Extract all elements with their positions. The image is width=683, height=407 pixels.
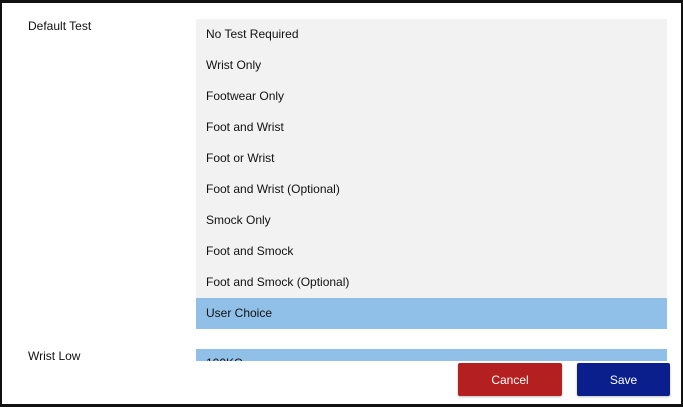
settings-dialog: Default Test No Test Required Wrist Only… — [0, 0, 683, 407]
save-button[interactable]: Save — [577, 363, 670, 396]
list-item[interactable]: Smock Only — [196, 205, 667, 236]
list-item[interactable]: Foot and Smock (Optional) — [196, 267, 667, 298]
cancel-button[interactable]: Cancel — [458, 363, 562, 396]
list-item[interactable]: Foot and Wrist (Optional) — [196, 174, 667, 205]
wrist-low-list[interactable]: 100KΩ — [196, 349, 667, 361]
list-item-selected[interactable]: User Choice — [196, 298, 667, 329]
list-item[interactable]: Foot or Wrist — [196, 143, 667, 174]
list-item[interactable]: 100KΩ — [196, 353, 667, 361]
list-item[interactable]: Foot and Smock — [196, 236, 667, 267]
list-item[interactable]: Footwear Only — [196, 81, 667, 112]
list-item[interactable]: No Test Required — [196, 19, 667, 50]
default-test-label: Default Test — [28, 19, 92, 33]
list-item[interactable]: Foot and Wrist — [196, 112, 667, 143]
default-test-list[interactable]: No Test Required Wrist Only Footwear Onl… — [196, 19, 667, 329]
list-item[interactable]: Wrist Only — [196, 50, 667, 81]
wrist-low-label: Wrist Low — [28, 349, 81, 363]
